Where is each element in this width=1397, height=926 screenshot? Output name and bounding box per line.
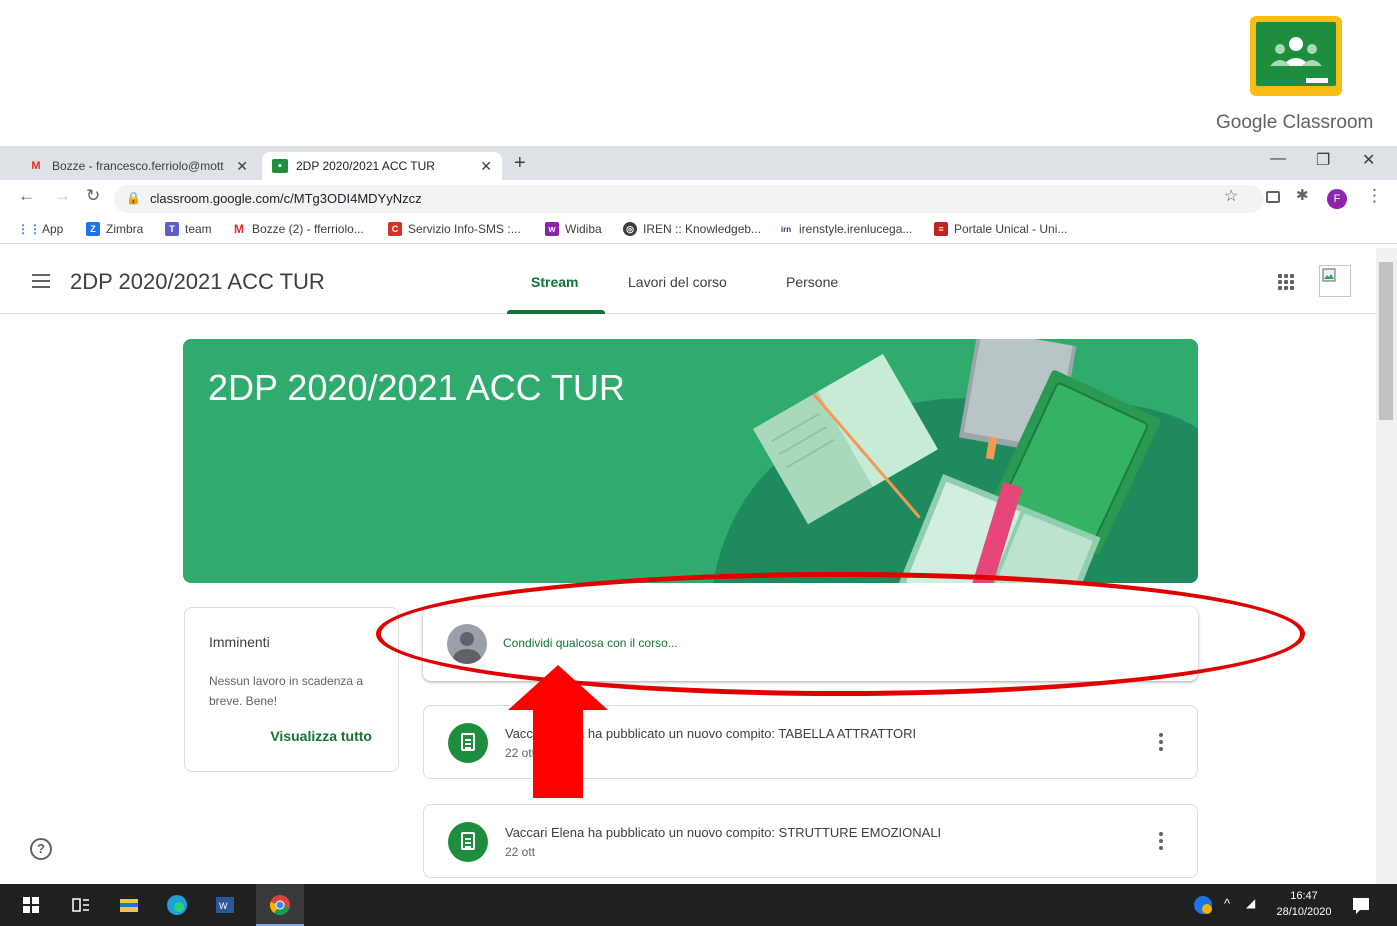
globe-icon: ◎: [623, 222, 637, 236]
google-apps-icon[interactable]: [1278, 274, 1294, 290]
view-all-link[interactable]: Visualizza tutto: [270, 728, 372, 744]
reload-icon[interactable]: ↻: [86, 186, 100, 206]
account-avatar[interactable]: [1319, 265, 1351, 297]
widiba-icon: w: [545, 222, 559, 236]
bookmark-iren-kb[interactable]: ◎ IREN :: Knowledgeb...: [623, 222, 761, 236]
tab-classwork[interactable]: Lavori del corso: [628, 274, 727, 290]
chrome-taskbar-button[interactable]: [256, 884, 304, 926]
bookmarks-bar: ⋮⋮ App Z Zimbra T team M Bozze (2) - ffe…: [0, 216, 1397, 244]
window-close-icon[interactable]: ✕: [1362, 150, 1375, 170]
hamburger-menu-icon[interactable]: [32, 274, 50, 288]
chrome-icon: [270, 895, 290, 915]
classroom-icon: ▪: [272, 159, 288, 173]
stream-post[interactable]: Vaccari Elena ha pubblicato un nuovo com…: [423, 804, 1198, 878]
new-tab-button[interactable]: +: [514, 152, 526, 175]
classroom-header: 2DP 2020/2021 ACC TUR Stream Lavori del …: [0, 248, 1376, 314]
class-banner: 2DP 2020/2021 ACC TUR: [183, 339, 1198, 583]
apps-grid-icon: ⋮⋮: [17, 222, 41, 236]
lock-icon: 🔒: [126, 191, 141, 205]
help-icon[interactable]: ?: [30, 838, 52, 860]
forward-icon[interactable]: →: [54, 186, 71, 206]
gmail-icon: M: [31, 160, 41, 172]
task-view-icon[interactable]: [70, 894, 92, 916]
bookmark-irenstyle[interactable]: irn irenstyle.irenlucega...: [779, 222, 913, 236]
post-title[interactable]: Vaccari Elena ha pubblicato un nuovo com…: [505, 825, 941, 840]
star-icon[interactable]: ☆: [1224, 186, 1238, 206]
back-icon[interactable]: ←: [18, 186, 35, 206]
bookmark-bozze[interactable]: M Bozze (2) - fferriolo...: [232, 222, 364, 236]
svg-text:W: W: [219, 901, 228, 911]
upcoming-title: Imminenti: [209, 634, 270, 650]
minimize-icon[interactable]: —: [1270, 150, 1286, 168]
address-bar[interactable]: 🔒 classroom.google.com/c/MTg3ODI4MDYyNzc…: [114, 185, 1264, 213]
bookmark-team[interactable]: T team: [165, 222, 212, 236]
upcoming-message: Nessun lavoro in scadenza a breve. Bene!: [209, 674, 364, 708]
sms-icon: C: [388, 222, 402, 236]
bookmark-widiba[interactable]: w Widiba: [545, 222, 602, 236]
restore-icon[interactable]: ❐: [1316, 150, 1330, 170]
bookmark-unical[interactable]: ≡ Portale Unical - Uni...: [934, 222, 1067, 236]
help-tray-icon[interactable]: [1192, 894, 1214, 916]
wifi-icon[interactable]: ◢: [1246, 896, 1255, 910]
assignment-icon: [448, 723, 488, 763]
class-title: 2DP 2020/2021 ACC TUR: [70, 269, 325, 294]
classroom-board-icon: [1250, 16, 1342, 96]
more-options-icon[interactable]: [1159, 832, 1163, 850]
kebab-menu-icon[interactable]: ⋮: [1366, 186, 1383, 206]
tab-label: 2DP 2020/2021 ACC TUR: [296, 159, 435, 173]
unical-icon: ≡: [934, 222, 948, 236]
more-options-icon[interactable]: [1159, 733, 1163, 751]
zimbra-icon: Z: [86, 222, 100, 236]
windows-taskbar: W ^ ◢: [0, 884, 1397, 926]
browser-tab-strip: M Bozze - francesco.ferriolo@mott ✕ ▪ 2D…: [0, 146, 1397, 180]
file-explorer-icon[interactable]: [118, 894, 140, 916]
url-text: classroom.google.com/c/MTg3ODI4MDYyNzcz: [150, 191, 422, 206]
tab-gmail[interactable]: M Bozze - francesco.ferriolo@mott ✕: [18, 152, 258, 180]
bookmark-app[interactable]: ⋮⋮ App: [17, 222, 63, 236]
notifications-icon[interactable]: [1350, 894, 1372, 916]
tray-clock[interactable]: 16:47 28/10/2020: [1272, 888, 1336, 920]
gmail-icon: M: [234, 222, 244, 236]
post-date: 22 ott: [505, 845, 536, 859]
cast-icon[interactable]: [1266, 191, 1280, 203]
close-icon[interactable]: ✕: [236, 158, 248, 175]
logo-text: Google Classroom: [1216, 112, 1374, 133]
chevron-up-icon[interactable]: ^: [1224, 896, 1230, 911]
profile-avatar[interactable]: F: [1327, 189, 1347, 209]
clock-time: 16:47: [1290, 890, 1318, 902]
tab-stream[interactable]: Stream: [531, 274, 578, 290]
windows-start-icon[interactable]: [20, 894, 42, 916]
upcoming-card: Imminenti Nessun lavoro in scadenza a br…: [184, 607, 399, 772]
bookmark-info-sms[interactable]: C Servizio Info-SMS :...: [388, 222, 521, 236]
clock-date: 28/10/2020: [1276, 906, 1332, 918]
scrollbar-thumb[interactable]: [1379, 262, 1393, 420]
assignment-icon: [448, 822, 488, 862]
close-icon[interactable]: ✕: [480, 158, 492, 175]
bookmark-zimbra[interactable]: Z Zimbra: [86, 222, 143, 236]
tab-classroom[interactable]: ▪ 2DP 2020/2021 ACC TUR ✕: [262, 152, 502, 180]
up-arrow-annotation: [508, 665, 608, 798]
books-illustration: [713, 339, 1198, 583]
extensions-icon[interactable]: ✱: [1296, 186, 1309, 204]
word-icon[interactable]: W: [214, 894, 236, 916]
iren-icon: irn: [780, 224, 792, 234]
active-tab-indicator: [507, 310, 605, 314]
google-classroom-logo: Google Classroom: [1212, 8, 1380, 142]
tab-people[interactable]: Persone: [786, 274, 838, 290]
edge-browser-icon[interactable]: [166, 894, 188, 916]
tab-label: Bozze - francesco.ferriolo@mott: [52, 159, 224, 173]
teams-icon: T: [165, 222, 179, 236]
